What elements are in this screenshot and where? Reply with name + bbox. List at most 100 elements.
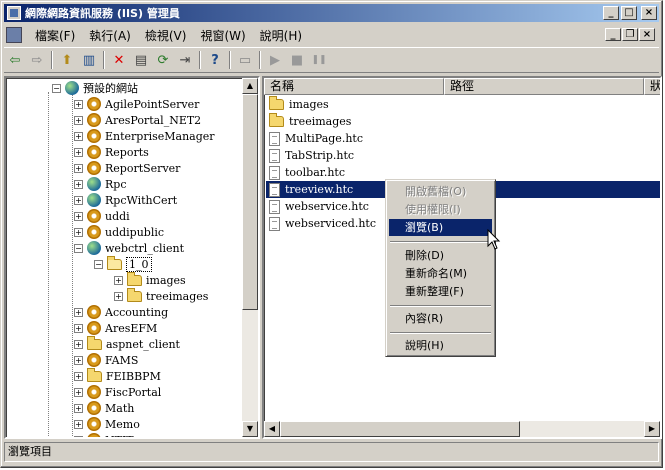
tree-item[interactable]: + ReportServer xyxy=(74,160,180,176)
tree-item[interactable]: + FAMS xyxy=(74,352,138,368)
title-bar[interactable]: 網際網路資訊服務 (IIS) 管理員 _ □ × xyxy=(4,4,659,22)
list-item[interactable]: treeimages xyxy=(266,113,436,130)
expand-icon[interactable]: + xyxy=(74,339,83,349)
expand-icon[interactable]: + xyxy=(74,115,83,125)
mmc-icon[interactable] xyxy=(6,27,22,43)
expand-icon[interactable]: + xyxy=(74,387,83,397)
show-tree-icon[interactable]: ▥ xyxy=(78,50,100,70)
menu-action[interactable]: 執行(A) xyxy=(82,25,138,46)
tree-item[interactable]: + AresPortal_NET2 xyxy=(74,112,201,128)
collapse-icon[interactable]: − xyxy=(94,259,103,269)
tree-item[interactable]: + Reports xyxy=(74,144,149,160)
menu-properties[interactable]: 內容(R) xyxy=(389,310,492,327)
delete-icon[interactable]: ✕ xyxy=(108,50,130,70)
maximize-button[interactable]: □ xyxy=(621,6,637,20)
expand-icon[interactable]: + xyxy=(74,211,83,221)
expand-icon[interactable]: + xyxy=(74,323,83,333)
expand-icon[interactable]: + xyxy=(74,99,83,109)
computer-icon[interactable]: ▭ xyxy=(234,50,256,70)
collapse-icon[interactable]: − xyxy=(74,243,83,253)
expand-icon[interactable]: + xyxy=(74,435,83,437)
up-folder-icon[interactable]: ⬆ xyxy=(56,50,78,70)
help-icon[interactable]: ? xyxy=(204,50,226,70)
menu-open[interactable]: 開啟舊檔(O) xyxy=(389,183,492,200)
folder-icon xyxy=(127,287,142,302)
expand-icon[interactable]: + xyxy=(114,291,123,301)
menu-rename[interactable]: 重新命名(M) xyxy=(389,265,492,282)
expand-icon[interactable]: + xyxy=(74,163,83,173)
tree-item[interactable]: + FEIBBPM xyxy=(74,367,161,384)
tree-root[interactable]: − 預設的網站 xyxy=(52,80,138,96)
list-item[interactable]: images xyxy=(266,96,436,113)
tree-item[interactable]: + aspnet_client xyxy=(74,335,180,352)
mdi-minimize-button[interactable]: _ xyxy=(605,28,621,41)
tree-item[interactable]: + uddi xyxy=(74,208,130,224)
minimize-button[interactable]: _ xyxy=(603,6,619,20)
column-header-name[interactable]: 名稱 xyxy=(264,78,444,95)
tree-item[interactable]: + Math xyxy=(74,400,134,416)
tree-item[interactable]: + Accounting xyxy=(74,304,168,320)
list-item[interactable]: TabStrip.htc xyxy=(266,147,436,164)
expand-icon[interactable]: + xyxy=(74,371,83,381)
expand-icon[interactable]: + xyxy=(74,403,83,413)
scroll-left-button[interactable]: ◀ xyxy=(264,421,280,437)
mdi-restore-button[interactable]: ❐ xyxy=(622,28,638,41)
collapse-icon[interactable]: − xyxy=(52,83,61,93)
stop-icon[interactable]: ■ xyxy=(286,50,308,70)
expand-icon[interactable]: + xyxy=(74,307,83,317)
menu-help[interactable]: 說明(H) xyxy=(253,25,309,46)
scroll-right-button[interactable]: ▶ xyxy=(644,421,660,437)
menu-file[interactable]: 檔案(F) xyxy=(28,25,82,46)
tree-item[interactable]: + NTIT xyxy=(74,432,134,437)
tree-item[interactable]: − webctrl_client xyxy=(74,240,184,256)
tree-item-label: 1_0 xyxy=(126,256,152,272)
expand-icon[interactable]: + xyxy=(114,275,123,285)
expand-icon[interactable]: + xyxy=(74,147,83,157)
menu-view[interactable]: 檢視(V) xyxy=(138,25,194,46)
scroll-down-button[interactable]: ▼ xyxy=(242,421,258,437)
tree-item[interactable]: + FiscPortal xyxy=(74,384,161,400)
column-header-status[interactable]: 狀 xyxy=(644,78,660,95)
hscroll-thumb[interactable] xyxy=(280,421,520,437)
tree-item[interactable]: + images xyxy=(114,271,186,288)
expand-icon[interactable]: + xyxy=(74,131,83,141)
tree-item[interactable]: + uddipublic xyxy=(74,224,164,240)
list-item[interactable]: MultiPage.htc xyxy=(266,130,436,147)
expand-icon[interactable]: + xyxy=(74,179,83,189)
column-header-path[interactable]: 路徑 xyxy=(444,78,644,95)
list-item-label: webservice.htc xyxy=(285,200,369,213)
menu-delete[interactable]: 刪除(D) xyxy=(389,247,492,264)
menu-window[interactable]: 視窗(W) xyxy=(193,25,252,46)
menu-help-item[interactable]: 說明(H) xyxy=(389,337,492,354)
pause-icon[interactable]: ❚❚ xyxy=(308,50,330,70)
tree-item[interactable]: + treeimages xyxy=(114,287,208,304)
list-horizontal-scrollbar[interactable]: ◀ ▶ xyxy=(264,421,660,437)
list-item-label: TabStrip.htc xyxy=(285,149,355,162)
menu-browse[interactable]: 瀏覽(B) xyxy=(389,219,492,236)
tree-item[interactable]: + EnterpriseManager xyxy=(74,128,215,144)
scroll-up-button[interactable]: ▲ xyxy=(242,78,258,94)
mdi-close-button[interactable]: × xyxy=(639,28,655,41)
properties-icon[interactable]: ▤ xyxy=(130,50,152,70)
tree-item[interactable]: + Memo xyxy=(74,416,140,432)
export-icon[interactable]: ⇥ xyxy=(174,50,196,70)
menu-permissions[interactable]: 使用權限(I) xyxy=(389,201,492,218)
expand-icon[interactable]: + xyxy=(74,227,83,237)
tree-item[interactable]: + AgilePointServer xyxy=(74,96,199,112)
scroll-thumb[interactable] xyxy=(242,94,258,310)
tree-vertical-scrollbar[interactable]: ▲ ▼ xyxy=(242,78,258,437)
tree-item[interactable]: + AresEFM xyxy=(74,320,157,336)
menu-refresh[interactable]: 重新整理(F) xyxy=(389,283,492,300)
back-icon[interactable]: ⇦ xyxy=(4,50,26,70)
tree-item[interactable]: − 1_0 xyxy=(94,255,152,272)
expand-icon[interactable]: + xyxy=(74,419,83,429)
folder-icon xyxy=(87,335,102,350)
tree-item[interactable]: + Rpc xyxy=(74,176,126,192)
refresh-icon[interactable]: ⟳ xyxy=(152,50,174,70)
start-icon[interactable]: ▶ xyxy=(264,50,286,70)
forward-icon[interactable]: ⇨ xyxy=(26,50,48,70)
close-button[interactable]: × xyxy=(641,6,657,20)
expand-icon[interactable]: + xyxy=(74,195,83,205)
expand-icon[interactable]: + xyxy=(74,355,83,365)
tree-item[interactable]: + RpcWithCert xyxy=(74,192,177,208)
